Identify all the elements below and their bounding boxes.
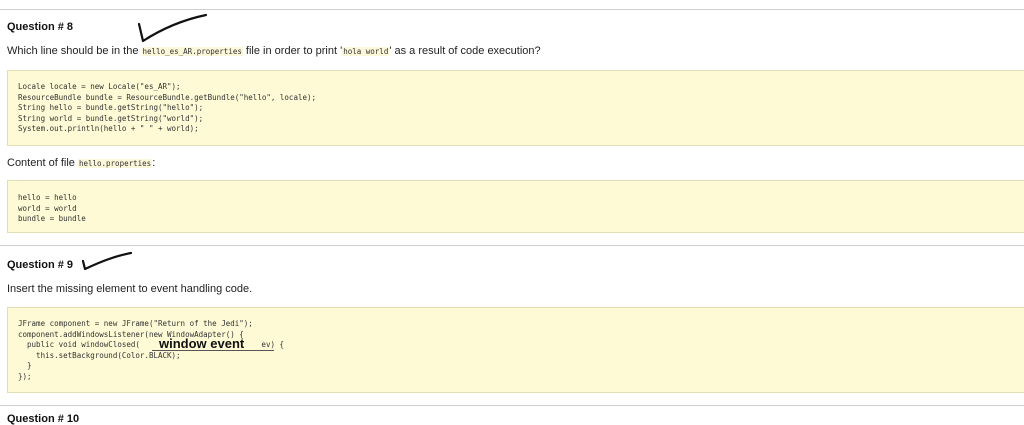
code-line: hello = hello — [18, 193, 77, 202]
code-line: } — [18, 361, 32, 370]
code-line-suffix: ev) { — [256, 340, 285, 349]
code-line: Locale locale = new Locale("es_AR"); — [18, 82, 181, 91]
question-divider — [0, 405, 1024, 406]
code-line: String hello = bundle.getString("hello")… — [18, 103, 204, 112]
content-label-b: : — [152, 157, 156, 169]
code-line: ResourceBundle bundle = ResourceBundle.g… — [18, 92, 317, 102]
q8-code-block: Locale locale = new Locale("es_AR"); Reso… — [7, 70, 1024, 146]
code-line: System.out.println(hello + " " + world); — [18, 124, 199, 133]
prompt-text-c: ' as a result of code execution? — [389, 45, 541, 57]
question-9-prompt: Insert the missing element to event hand… — [7, 283, 253, 295]
question-8-prompt: Which line should be in the hello_es_AR.… — [7, 45, 541, 57]
checkmark-icon — [137, 13, 208, 43]
content-inline-file: hello.properties — [77, 159, 153, 168]
question-divider — [0, 245, 1024, 246]
code-line: String world = bundle.getString("world")… — [18, 113, 204, 123]
q8-code: Locale locale = new Locale("es_AR"); Reso… — [8, 71, 1024, 135]
code-line: JFrame component = new JFrame("Return of… — [18, 319, 253, 328]
content-of-file-label: Content of file hello.properties: — [7, 157, 155, 169]
handwritten-answer: window event — [159, 336, 245, 351]
content-label-a: Content of file — [7, 157, 78, 169]
prompt-text-a: Which line should be in the — [7, 45, 142, 57]
question-8-title: Question # 8 — [7, 21, 74, 33]
properties-code-block: hello = hello world = world bundle = bundl… — [7, 180, 1024, 233]
answer-underline — [152, 350, 274, 351]
prompt-inline-file: hello_es_AR.properties — [141, 47, 243, 56]
code-line: world = world — [18, 203, 77, 213]
prompt-text-b: file in order to print ' — [242, 45, 343, 57]
code-line-text: public void windowClosed( — [18, 340, 140, 349]
prompt-inline-output: hola world — [342, 47, 390, 56]
top-divider — [0, 9, 1024, 10]
question-9-title: Question # 9 — [7, 259, 74, 271]
properties-code: hello = hello world = world bundle = bundl… — [8, 181, 1024, 225]
code-line: }); — [18, 371, 32, 381]
question-10-title: Question # 10 — [7, 413, 80, 425]
code-line: this.setBackground(Color.BLACK); — [18, 350, 181, 360]
code-line: bundle = bundle — [18, 214, 86, 223]
checkmark-icon — [81, 251, 133, 271]
